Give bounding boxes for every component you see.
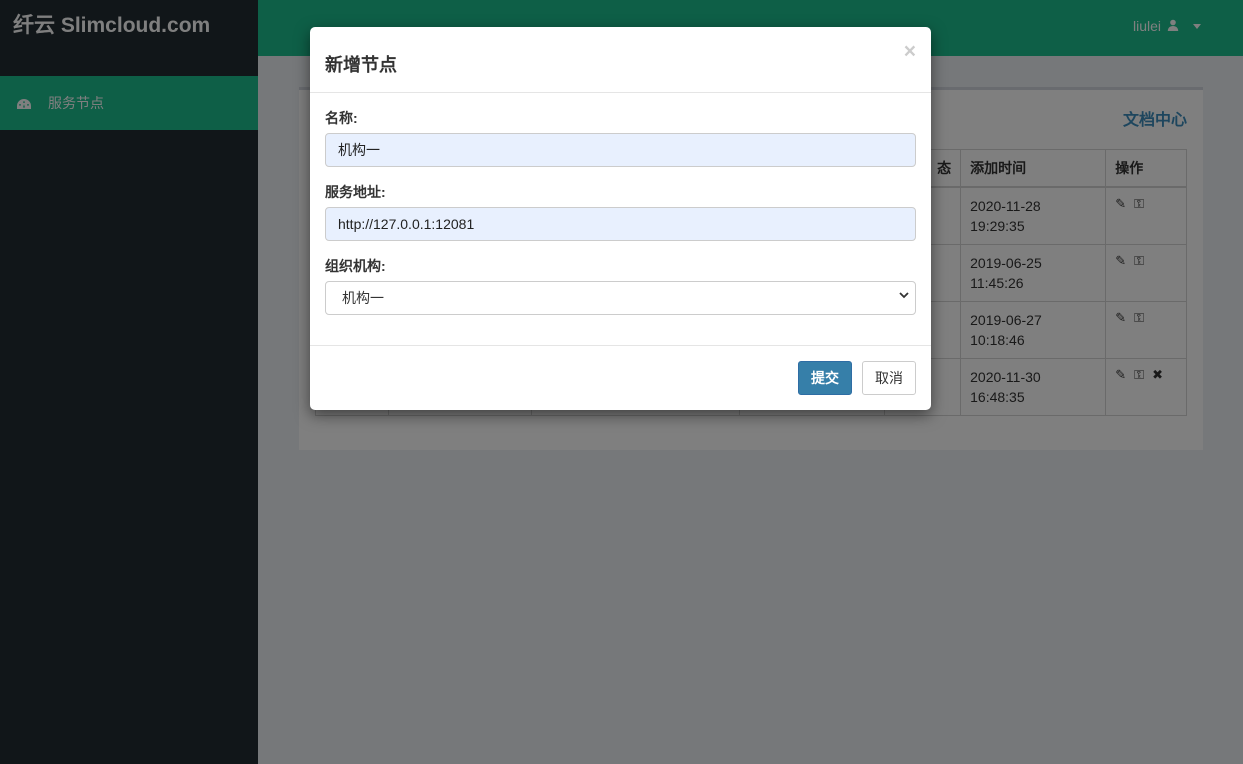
service-url-field-group: 服务地址: [325, 183, 916, 241]
modal-body: 名称: 服务地址: 组织机构: 机构一 [310, 93, 931, 346]
modal-title: 新增节点 [325, 55, 397, 75]
organization-label: 组织机构: [325, 258, 386, 274]
cancel-button[interactable]: 取消 [862, 361, 916, 395]
chevron-down-icon [899, 291, 909, 302]
name-input[interactable] [325, 133, 916, 167]
organization-selected-value: 机构一 [342, 290, 384, 306]
name-field-group: 名称: [325, 109, 916, 167]
modal-header: 新增节点 × [310, 27, 931, 93]
name-label: 名称: [325, 110, 358, 126]
organization-field-group: 组织机构: 机构一 [325, 257, 916, 315]
close-icon[interactable]: × [904, 41, 916, 62]
submit-button[interactable]: 提交 [798, 361, 852, 395]
service-url-label: 服务地址: [325, 184, 386, 200]
add-node-modal: 新增节点 × 名称: 服务地址: 组织机构: 机构一 提交 取消 [310, 27, 931, 410]
modal-footer: 提交 取消 [310, 346, 931, 410]
service-url-input[interactable] [325, 207, 916, 241]
organization-select[interactable]: 机构一 [325, 281, 916, 315]
